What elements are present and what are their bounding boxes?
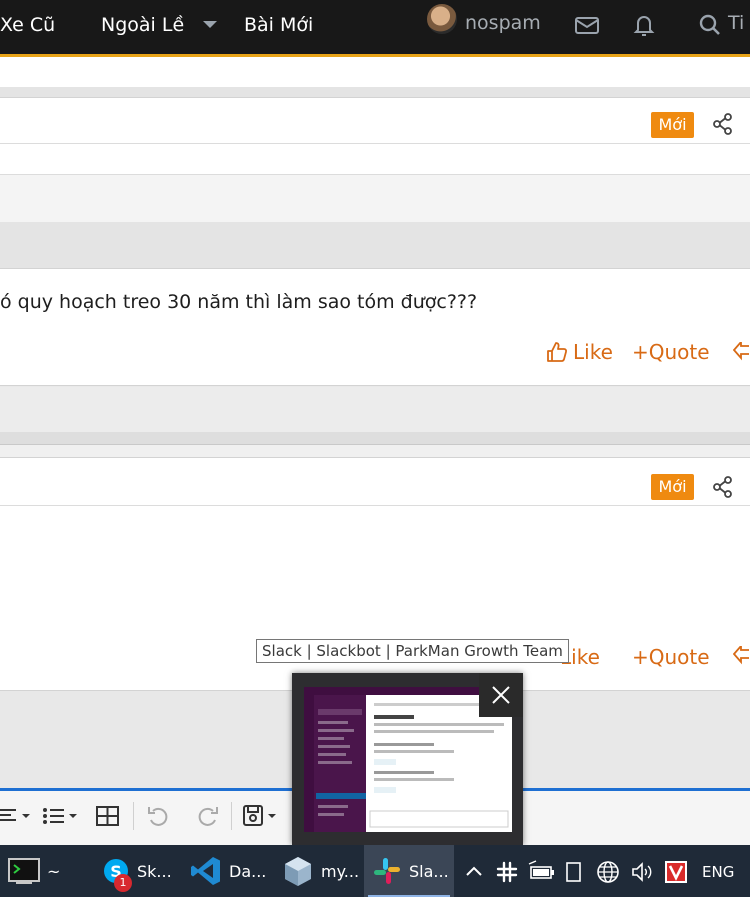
- undo-icon[interactable]: [145, 802, 173, 830]
- slack-icon: [374, 858, 400, 884]
- share-icon[interactable]: [712, 113, 734, 135]
- window-tooltip: Slack | Slackbot | ParkMan Growth Team: [256, 639, 569, 663]
- search-icon[interactable]: [696, 10, 724, 40]
- quote-label: +Quote: [632, 340, 710, 364]
- globe-icon[interactable]: [596, 860, 622, 884]
- card-footer: [0, 175, 750, 222]
- new-badge: Mới: [651, 474, 694, 500]
- nav-link-xe-cu[interactable]: Xe Cũ: [0, 14, 55, 36]
- nav-link-bai-moi[interactable]: Bài Mới: [244, 14, 313, 36]
- chevron-down-icon[interactable]: [203, 21, 217, 28]
- page-gap: [0, 432, 750, 444]
- notification-badge: 1: [114, 874, 132, 892]
- close-icon: [492, 686, 510, 704]
- taskbar-item-label: my...: [321, 861, 360, 881]
- thumbs-up-icon: [547, 342, 568, 362]
- terminal-icon: [8, 858, 40, 884]
- align-menu-icon[interactable]: [0, 802, 34, 830]
- username-link[interactable]: nospam: [465, 12, 541, 34]
- like-label: Like: [573, 340, 613, 364]
- reply-icon[interactable]: [733, 342, 750, 362]
- battery-icon[interactable]: [528, 860, 556, 884]
- taskbar-item-skype[interactable]: S Sk...: [94, 845, 182, 897]
- new-badge: Mới: [651, 112, 694, 138]
- taskbar-item-vscode[interactable]: Da...: [182, 845, 274, 897]
- share-icon[interactable]: [712, 476, 734, 498]
- reply-icon[interactable]: [733, 646, 750, 666]
- toolbar-separator: [231, 802, 232, 830]
- inbox-icon[interactable]: [573, 10, 601, 40]
- post-footer: [0, 387, 750, 432]
- page-gap: [0, 222, 750, 268]
- divider: [0, 505, 750, 506]
- page-gap: [0, 445, 750, 457]
- cube-app-icon: [285, 857, 311, 886]
- save-draft-icon[interactable]: [242, 802, 282, 830]
- tablet-mode-icon[interactable]: [565, 860, 583, 884]
- quote-button[interactable]: +Quote: [632, 645, 710, 669]
- table-icon[interactable]: [95, 802, 121, 830]
- taskbar-item-app[interactable]: my...: [276, 845, 362, 897]
- page-top-strip: [0, 57, 750, 87]
- post-message: ó quy hoạch treo 30 năm thì làm sao tóm …: [0, 291, 478, 313]
- volume-icon[interactable]: [630, 860, 656, 884]
- input-language[interactable]: ENG: [702, 863, 734, 881]
- preview-close-button[interactable]: [479, 673, 523, 717]
- taskbar-item-terminal[interactable]: ~: [0, 845, 90, 897]
- nav-link-ngoai-le[interactable]: Ngoài Lề: [101, 14, 184, 36]
- like-button[interactable]: Like: [546, 340, 613, 364]
- vscode-icon: [191, 857, 220, 885]
- post-body: [0, 268, 750, 386]
- page-gap: [0, 87, 750, 97]
- divider: [0, 143, 750, 144]
- chevron-up-icon[interactable]: [464, 860, 484, 884]
- redo-icon[interactable]: [193, 802, 221, 830]
- bell-icon[interactable]: [630, 10, 658, 40]
- vivaldi-icon[interactable]: [664, 860, 688, 884]
- search-label[interactable]: Ti: [728, 12, 744, 34]
- taskbar-item-label: ~: [47, 861, 61, 881]
- taskbar-item-slack[interactable]: Sla...: [364, 845, 454, 897]
- toolbar-separator: [133, 802, 134, 830]
- avatar[interactable]: [427, 4, 457, 34]
- taskbar-item-label: Sla...: [409, 861, 449, 881]
- taskbar-item-label: Sk...: [137, 861, 172, 881]
- list-menu-icon[interactable]: [42, 802, 82, 830]
- slack-tray-icon[interactable]: [495, 860, 519, 884]
- taskbar-item-label: Da...: [229, 861, 267, 881]
- quote-button[interactable]: +Quote: [632, 340, 710, 364]
- quote-label: +Quote: [632, 645, 710, 669]
